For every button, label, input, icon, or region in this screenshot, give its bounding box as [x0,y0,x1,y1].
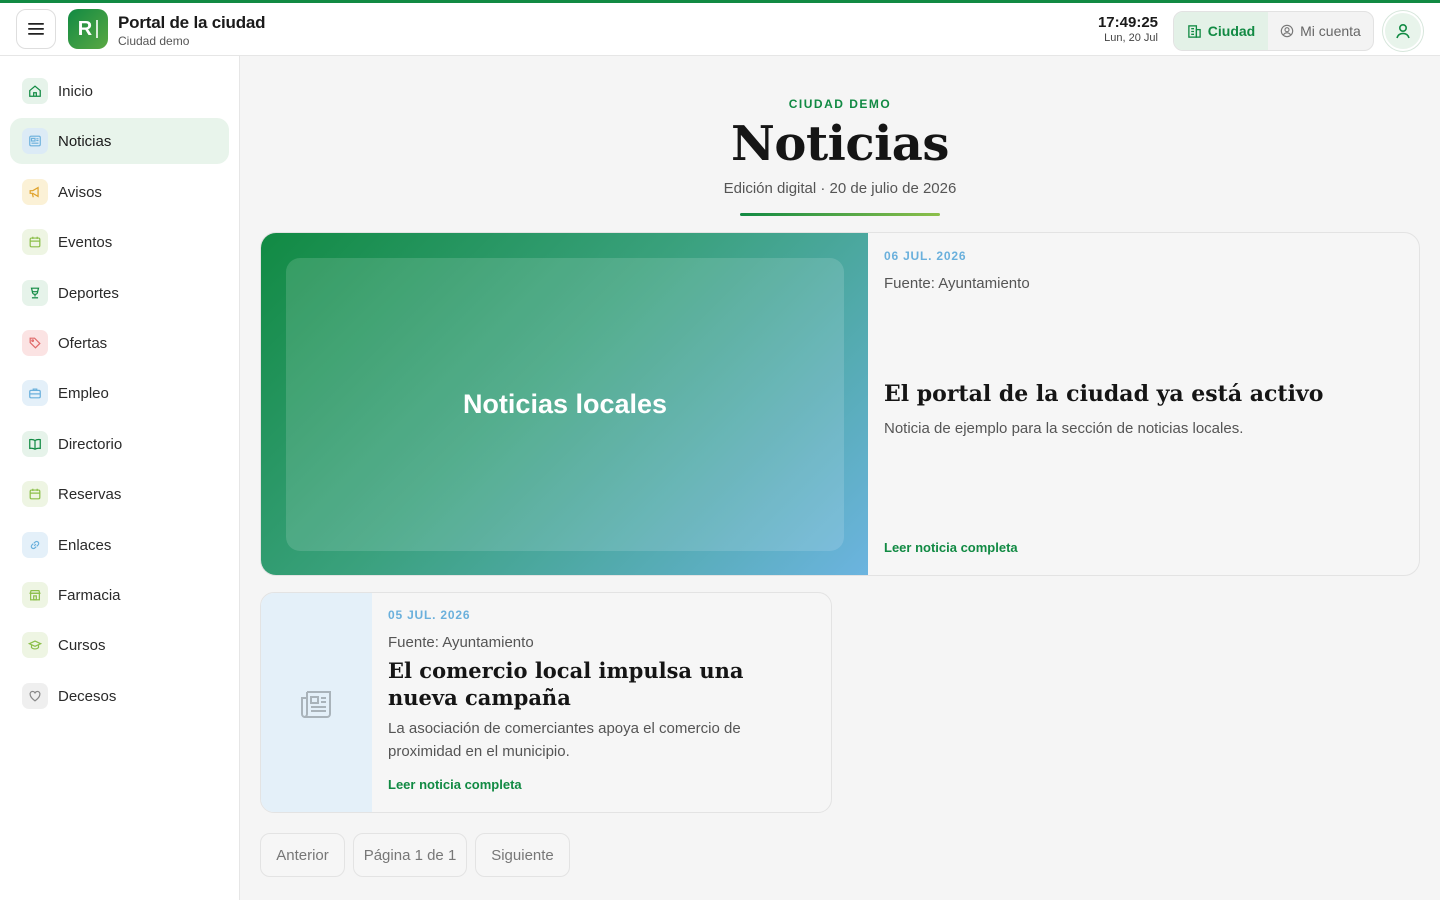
sidebar-item-label: Farmacia [58,586,121,604]
article-thumbnail [261,593,372,812]
sidebar-item-enlaces[interactable]: Enlaces [10,522,229,568]
calendar-icon [22,481,48,507]
tab-mi-cuenta[interactable]: Mi cuenta [1268,12,1373,50]
article-title[interactable]: El comercio local impulsa una nueva camp… [388,657,818,711]
sidebar-item-label: Decesos [58,687,117,705]
store-icon [22,582,48,608]
section-kicker: CIUDAD DEMO [788,97,892,111]
clock-time: 17:49:25 [1097,14,1158,31]
article-source: Fuente: Ayuntamiento [388,634,534,651]
page-title: Noticias [731,116,949,172]
pagination-next-button[interactable]: Siguiente [475,833,570,877]
sidebar-item-deportes[interactable]: Deportes [10,270,229,316]
featured-image[interactable]: Noticias locales [261,233,868,575]
newspaper-icon [300,690,331,718]
sidebar-item-label: Noticias [58,132,112,150]
sidebar-item-label: Reservas [58,485,122,503]
sidebar-item-label: Empleo [58,384,109,402]
sidebar-item-label: Inicio [58,82,94,100]
sidebar-item-empleo[interactable]: Empleo [10,370,229,416]
link-icon [22,532,48,558]
app-subtitle: Ciudad demo [118,34,190,48]
sidebar-item-eventos[interactable]: Eventos [10,219,229,265]
sidebar-item-label: Eventos [58,233,113,251]
avatar[interactable] [1383,11,1423,51]
article-card[interactable]: 05 JUL. 2026 Fuente: Ayuntamiento El com… [260,592,832,813]
sidebar-item-ofertas[interactable]: Ofertas [10,320,229,366]
sidebar-item-farmacia[interactable]: Farmacia [10,572,229,618]
trophy-icon [22,280,48,306]
clock-date: Lun, 20 Jul [1104,32,1158,44]
sidebar-item-label: Deportes [58,284,119,302]
tab-ciudad[interactable]: Ciudad [1174,12,1268,50]
newspaper-icon [22,128,48,154]
logo-bar [96,20,99,38]
briefcase-icon [22,380,48,406]
sidebar: Inicio Noticias Avisos Eventos Deportes … [0,56,240,900]
title-divider [740,213,940,216]
clock: 17:49:25 Lun, 20 Jul [1070,14,1158,44]
article-date: 05 JUL. 2026 [388,608,471,622]
app-logo[interactable]: R [68,9,108,49]
user-circle-icon [1280,24,1294,38]
user-icon [1396,23,1410,39]
graduation-cap-icon [22,632,48,658]
featured-read-more-link[interactable]: Leer noticia completa [884,540,1018,555]
featured-title[interactable]: El portal de la ciudad ya está activo [884,381,1404,407]
megaphone-icon [22,179,48,205]
tab-mi-cuenta-label: Mi cuenta [1300,23,1361,39]
sidebar-item-reservas[interactable]: Reservas [10,471,229,517]
sidebar-item-label: Cursos [58,636,106,654]
featured-description: Noticia de ejemplo para la sección de no… [884,420,1244,437]
book-icon [22,431,48,457]
calendar-icon [22,229,48,255]
building-icon [1187,24,1201,38]
featured-image-panel: Noticias locales [286,258,844,551]
sidebar-item-cursos[interactable]: Cursos [10,622,229,668]
menu-button[interactable] [16,9,56,49]
article-read-more-link[interactable]: Leer noticia completa [388,777,522,792]
sidebar-item-label: Directorio [58,435,123,453]
featured-date: 06 JUL. 2026 [884,249,967,263]
pagination-prev-button[interactable]: Anterior [260,833,345,877]
sidebar-item-inicio[interactable]: Inicio [10,68,229,114]
featured-article[interactable]: Noticias locales 06 JUL. 2026 Fuente: Ay… [260,232,1420,576]
tag-icon [22,330,48,356]
heart-icon [22,683,48,709]
app-title: Portal de la ciudad [118,13,266,32]
sidebar-item-decesos[interactable]: Decesos [10,673,229,719]
sidebar-item-label: Avisos [58,183,102,201]
hamburger-icon [28,23,44,35]
article-description: La asociación de comerciantes apoya el c… [388,720,741,760]
sidebar-item-noticias[interactable]: Noticias [10,118,229,164]
edition-date: Edición digital · 20 de julio de 2026 [723,180,957,197]
featured-image-label: Noticias locales [462,389,668,419]
mode-switch: Ciudad Mi cuenta [1173,11,1374,51]
featured-source: Fuente: Ayuntamiento [884,275,1030,292]
sidebar-item-directorio[interactable]: Directorio [10,421,229,467]
sidebar-item-label: Ofertas [58,334,108,352]
logo-letter: R [77,17,93,40]
sidebar-item-avisos[interactable]: Avisos [10,169,229,215]
top-bar: R Portal de la ciudad Ciudad demo 17:49:… [0,0,1440,56]
sidebar-item-label: Enlaces [58,536,112,554]
pagination-page-indicator: Página 1 de 1 [353,833,467,877]
home-icon [22,78,48,104]
tab-ciudad-label: Ciudad [1207,23,1256,39]
